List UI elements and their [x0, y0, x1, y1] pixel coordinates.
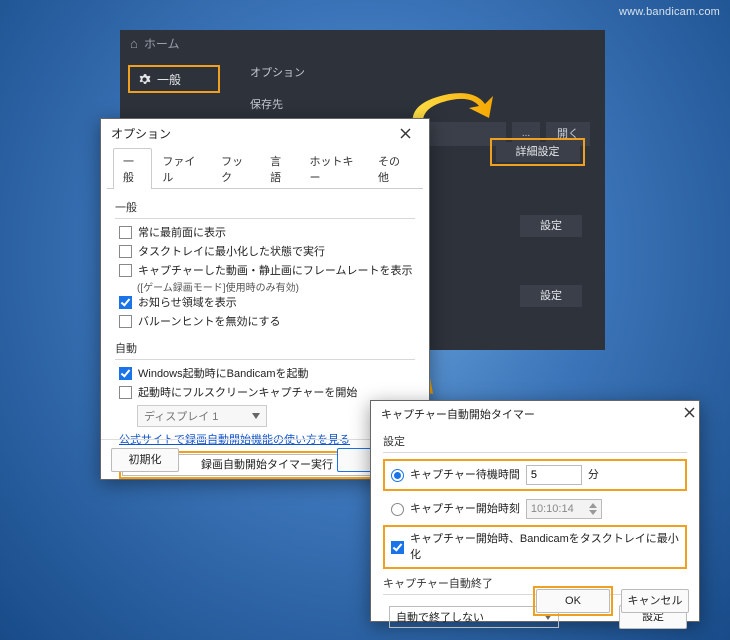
- minimize-highlight: キャプチャー開始時、Bandicamをタスクトレイに最小化: [383, 525, 687, 569]
- checkbox-icon: [391, 541, 404, 554]
- nav-general-label: 一般: [157, 71, 181, 88]
- gear-icon: [138, 73, 151, 86]
- advanced-settings-button[interactable]: 詳細設定: [496, 142, 580, 162]
- radio-at-label: キャプチャー開始時刻: [410, 501, 520, 517]
- option-heading: オプション: [250, 64, 590, 80]
- chk-framerate-sub: ([ゲーム録画モード]使用時のみ有効): [115, 282, 415, 295]
- chk-balloon-label: バルーンヒントを無効にする: [138, 314, 281, 330]
- chk-auto-start-label: Windows起動時にBandicamを起動: [138, 366, 309, 382]
- tab-file[interactable]: ファイル: [152, 148, 211, 189]
- start-time-input[interactable]: 10:10:14: [526, 499, 602, 519]
- checkbox-icon: [119, 296, 132, 309]
- advanced-settings-highlight: 詳細設定: [490, 138, 585, 166]
- checkbox-icon: [119, 226, 132, 239]
- display-select[interactable]: ディスプレイ 1: [137, 405, 267, 427]
- watermark: www.bandicam.com: [619, 6, 720, 18]
- wait-time-highlight: キャプチャー待機時間 分: [383, 459, 687, 491]
- radio-wait-label: キャプチャー待機時間: [410, 467, 520, 483]
- save-label: 保存先: [250, 96, 590, 112]
- options-tabs: 一般 ファイル フック 言語 ホットキー その他: [107, 147, 423, 189]
- wait-minutes-input[interactable]: [526, 465, 582, 485]
- chk-notice[interactable]: お知らせ領域を表示: [115, 295, 415, 311]
- radio-icon: [391, 469, 404, 482]
- tab-hook[interactable]: フック: [211, 148, 260, 189]
- checkbox-icon: [119, 386, 132, 399]
- chk-framerate-label: キャプチャーした動画・静止画にフレームレートを表示: [138, 263, 413, 279]
- timer-cancel-button[interactable]: キャンセル: [621, 589, 689, 613]
- radio-icon: [391, 503, 404, 516]
- chk-auto-full-label: 起動時にフルスクリーンキャプチャーを開始: [138, 385, 357, 401]
- close-icon: [684, 407, 695, 418]
- tab-hotkey[interactable]: ホットキー: [300, 148, 368, 189]
- chk-always-top[interactable]: 常に最前面に表示: [115, 225, 415, 241]
- timer-title: キャプチャー自動開始タイマー: [381, 406, 535, 422]
- radio-wait-time[interactable]: キャプチャー待機時間 分: [391, 465, 679, 485]
- nav-home[interactable]: ⌂ ホーム: [130, 35, 180, 52]
- spinner-icon: [589, 503, 597, 515]
- chk-notice-label: お知らせ領域を表示: [138, 295, 237, 311]
- timer-ok-highlight: OK: [533, 586, 613, 616]
- checkbox-icon: [119, 367, 132, 380]
- tab-language[interactable]: 言語: [260, 148, 299, 189]
- checkbox-icon: [119, 245, 132, 258]
- chk-tray-min-label: タスクトレイに最小化した状態で実行: [138, 244, 325, 260]
- timer-close-button[interactable]: [684, 407, 695, 421]
- timer-setting-title: 設定: [383, 433, 687, 449]
- checkbox-icon: [119, 264, 132, 277]
- wait-unit-label: 分: [588, 467, 599, 483]
- settings-button-1[interactable]: 設定: [520, 215, 582, 237]
- options-close-button[interactable]: [385, 122, 425, 144]
- init-button[interactable]: 初期化: [111, 448, 179, 472]
- chk-minimize-on-start[interactable]: キャプチャー開始時、Bandicamをタスクトレイに最小化: [391, 531, 679, 563]
- chk-always-top-label: 常に最前面に表示: [138, 225, 226, 241]
- chk-framerate[interactable]: キャプチャーした動画・静止画にフレームレートを表示: [115, 263, 415, 279]
- display-select-value: ディスプレイ 1: [144, 408, 218, 424]
- nav-home-label: ホーム: [144, 35, 180, 52]
- nav-general-highlighted[interactable]: 一般: [128, 65, 220, 93]
- options-titlebar: オプション: [101, 119, 429, 147]
- start-time-value: 10:10:14: [531, 501, 574, 517]
- settings-button-2[interactable]: 設定: [520, 285, 582, 307]
- chevron-down-icon: [252, 413, 260, 419]
- timer-ok-button[interactable]: OK: [536, 589, 610, 613]
- chk-auto-start[interactable]: Windows起動時にBandicamを起動: [115, 366, 415, 382]
- group-auto-title: 自動: [115, 340, 415, 356]
- group-general-title: 一般: [115, 199, 415, 215]
- chk-balloon[interactable]: バルーンヒントを無効にする: [115, 314, 415, 330]
- radio-start-at[interactable]: キャプチャー開始時刻 10:10:14: [391, 499, 687, 519]
- home-icon: ⌂: [130, 36, 138, 51]
- tab-general[interactable]: 一般: [113, 148, 152, 189]
- timer-dialog: キャプチャー自動開始タイマー 設定 キャプチャー待機時間 分 キャプチャー開始時…: [370, 400, 700, 622]
- checkbox-icon: [119, 315, 132, 328]
- options-title: オプション: [111, 125, 171, 142]
- chk-tray-min[interactable]: タスクトレイに最小化した状態で実行: [115, 244, 415, 260]
- chk-auto-full[interactable]: 起動時にフルスクリーンキャプチャーを開始: [115, 385, 415, 401]
- tab-other[interactable]: その他: [368, 148, 417, 189]
- timer-titlebar: キャプチャー自動開始タイマー: [371, 401, 699, 427]
- chk-minimize-label: キャプチャー開始時、Bandicamをタスクトレイに最小化: [410, 531, 679, 563]
- close-icon: [400, 128, 411, 139]
